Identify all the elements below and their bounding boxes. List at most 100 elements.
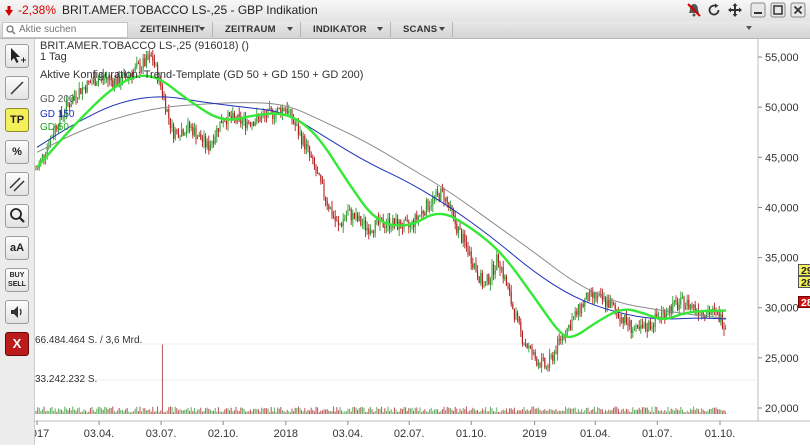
volume-bar bbox=[521, 409, 523, 414]
menu-indikator[interactable]: INDIKATOR bbox=[301, 22, 391, 37]
candle-body bbox=[453, 211, 455, 216]
volume-bar bbox=[427, 411, 429, 414]
candle-body bbox=[429, 206, 431, 210]
candle-body bbox=[184, 134, 186, 136]
refresh-icon[interactable] bbox=[706, 2, 722, 18]
percent-tool[interactable]: % bbox=[5, 140, 29, 164]
pointer-tool[interactable] bbox=[5, 44, 29, 68]
candle-body bbox=[725, 327, 727, 330]
volume-bar bbox=[54, 408, 56, 414]
font-tool[interactable]: aA bbox=[5, 236, 29, 260]
volume-bar bbox=[169, 406, 171, 414]
candle-body bbox=[477, 271, 479, 278]
volume-bar bbox=[225, 408, 227, 414]
volume-bar bbox=[248, 411, 250, 414]
volume-bar bbox=[358, 407, 360, 414]
candle-body bbox=[533, 351, 535, 355]
volume-bar bbox=[232, 411, 234, 414]
candle-body bbox=[190, 126, 192, 128]
volume-bar bbox=[456, 408, 458, 414]
tp-tool[interactable]: TP bbox=[5, 108, 29, 132]
zoom-tool[interactable] bbox=[5, 204, 29, 228]
menu-zeitraum[interactable]: ZEITRAUM bbox=[213, 22, 301, 37]
volume-bar bbox=[117, 410, 119, 414]
y-tick-label: 40,000 bbox=[765, 202, 799, 214]
alarm-off-icon[interactable] bbox=[686, 2, 702, 18]
price-chart[interactable]: 55,000 50,000 45,000 40,000 35,000 30,000 25,0… bbox=[25, 39, 810, 448]
chart-svg[interactable]: 55,000 50,000 45,000 40,000 35,000 30,000 25,0… bbox=[25, 39, 810, 445]
volume-bar bbox=[53, 410, 55, 414]
volume-bar bbox=[203, 410, 205, 414]
candle-body bbox=[296, 124, 298, 126]
candle-body bbox=[464, 233, 466, 242]
candle-body bbox=[89, 82, 91, 84]
candle-body bbox=[385, 224, 387, 228]
candle-body bbox=[465, 241, 467, 247]
chevron-down-icon bbox=[377, 27, 383, 31]
volume-bar bbox=[265, 408, 267, 414]
volume-bar bbox=[286, 409, 288, 414]
delete-drawings-button[interactable]: X bbox=[5, 332, 29, 356]
candle-body bbox=[589, 291, 591, 302]
volume-bar bbox=[299, 407, 301, 414]
volume-bar bbox=[581, 409, 583, 414]
candle-body bbox=[352, 213, 354, 221]
candle-body bbox=[341, 224, 343, 227]
chevron-down-icon bbox=[439, 27, 445, 31]
volume-bar bbox=[347, 408, 349, 414]
volume-bar bbox=[545, 410, 547, 414]
volume-bar bbox=[491, 408, 493, 414]
volume-bar bbox=[672, 409, 674, 414]
legend-gd50: GD 50 bbox=[40, 122, 69, 133]
volume-bar bbox=[464, 409, 466, 414]
volume-bar bbox=[645, 407, 647, 414]
volume-bar bbox=[664, 410, 666, 414]
candle-body bbox=[85, 87, 87, 93]
candle-body bbox=[645, 323, 647, 330]
candle-body bbox=[587, 292, 589, 302]
menu-scans[interactable]: SCANS bbox=[391, 22, 453, 37]
volume-bar bbox=[219, 411, 221, 414]
volume-bar bbox=[441, 409, 443, 414]
candle-body bbox=[425, 199, 427, 216]
candle-body bbox=[694, 304, 696, 311]
candle-body bbox=[358, 216, 360, 221]
candle-body bbox=[41, 154, 43, 159]
panel-expand-icon[interactable] bbox=[746, 26, 752, 30]
close-window-icon[interactable] bbox=[790, 2, 806, 18]
candle-body bbox=[507, 285, 509, 288]
volume-bar bbox=[173, 411, 175, 414]
candle-body bbox=[419, 214, 421, 217]
search-box[interactable] bbox=[2, 22, 128, 38]
volume-bar bbox=[134, 408, 136, 414]
candle-body bbox=[342, 219, 344, 227]
candle-body bbox=[414, 214, 416, 228]
volume-bar bbox=[454, 406, 456, 414]
line-tool[interactable] bbox=[5, 76, 29, 100]
volume-bar bbox=[62, 411, 64, 414]
volume-bar bbox=[86, 412, 88, 414]
candle-body bbox=[278, 107, 280, 109]
sound-button[interactable] bbox=[5, 300, 29, 324]
volume-bar bbox=[304, 408, 306, 414]
volume-bar bbox=[352, 407, 354, 414]
channel-tool[interactable] bbox=[5, 172, 29, 196]
cursor-icon bbox=[11, 48, 26, 63]
buy-sell-button[interactable]: BUY SELL bbox=[5, 268, 29, 292]
y-tick-label: 20,000 bbox=[765, 403, 799, 415]
volume-bar bbox=[376, 406, 378, 414]
volume-bar bbox=[339, 407, 341, 414]
minimize-icon[interactable] bbox=[750, 2, 766, 18]
maximize-icon[interactable] bbox=[770, 2, 786, 18]
candle-body bbox=[153, 60, 155, 66]
volume-bar bbox=[497, 411, 499, 414]
volume-bar bbox=[64, 406, 66, 414]
menu-zeiteinheit[interactable]: ZEITEINHEIT bbox=[128, 22, 213, 37]
search-input[interactable] bbox=[19, 23, 123, 36]
volume-bar bbox=[384, 408, 386, 414]
volume-bar bbox=[397, 411, 399, 414]
ma-line-gd150 bbox=[36, 96, 727, 320]
move-icon[interactable] bbox=[727, 2, 743, 18]
volume-bar bbox=[73, 409, 75, 414]
candle-body bbox=[315, 166, 317, 173]
